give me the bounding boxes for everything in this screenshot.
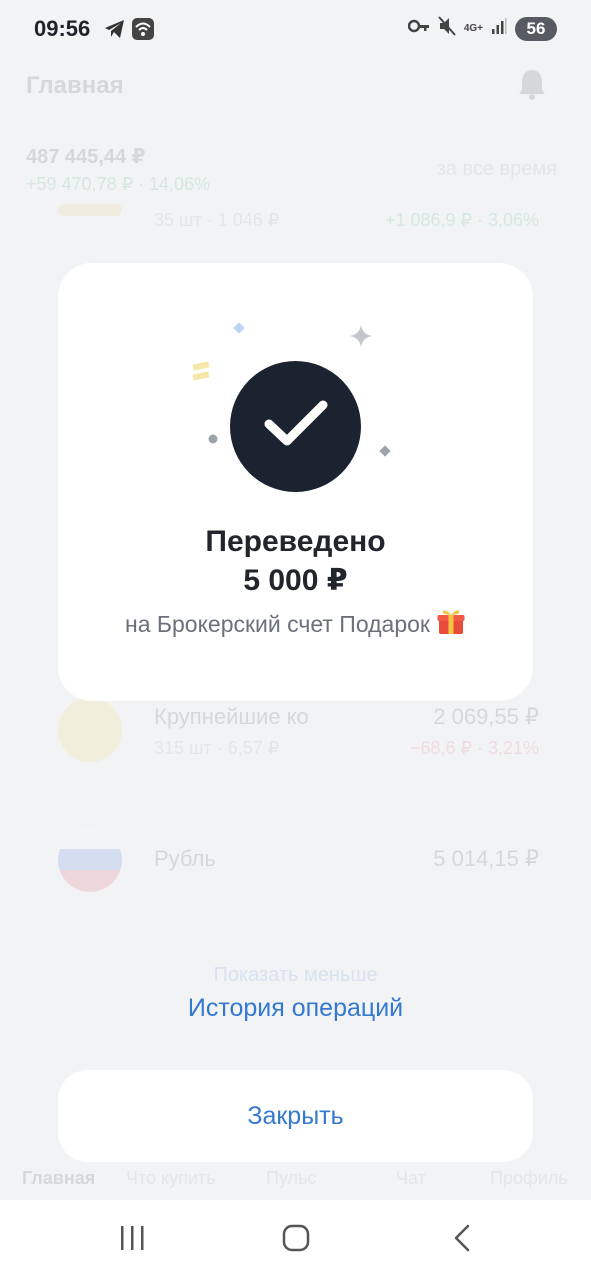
battery-indicator: 56 [515,16,557,41]
asset-avatar [58,204,122,216]
confetti-dot-icon [208,431,218,449]
bell-icon [517,68,547,100]
confetti-icon [232,321,246,340]
wifi-icon [132,18,154,45]
tab-profile: Профиль [490,1168,568,1188]
close-button-label: Закрыть [247,1101,344,1130]
portfolio-total: 487 445,44 ₽ [26,146,146,168]
dialog-subtitle: на Брокерский счет Подарок [58,606,533,642]
system-nav-bar [0,1200,591,1280]
recent-apps-button[interactable] [112,1220,152,1260]
dialog-title: Переведено [205,525,386,558]
header-title: Главная [26,72,124,99]
portfolio-gain: +59 470,78 ₽ · 14,06% [26,174,211,194]
key-icon [407,19,430,38]
confetti-icon [378,444,392,463]
asset-value: 2 069,55 ₽ [433,704,539,729]
operations-history-link[interactable]: История операций [0,994,591,1023]
transfer-success-dialog: Переведено 5 000 ₽ на Брокерский счет По… [58,263,533,701]
recent-apps-icon [118,1225,146,1256]
sparkle-icon [348,323,374,354]
list-item: Крупнейшие ко 315 шт · 6,57 ₽ 2 069,55 ₽… [0,698,591,778]
asset-change: +1 086,9 ₽ · 3,06% [384,210,539,230]
network-label: 4G+ [463,22,483,34]
mute-icon [438,16,456,41]
tab-pulse: Пульс [266,1168,317,1188]
asset-avatar [58,698,122,762]
ruble-flag-avatar [58,828,122,892]
destination-account: на Брокерский счет Подарок [125,611,430,637]
period-selector: за все время [436,158,557,180]
tab-what-to-buy: Что купить [126,1168,216,1188]
asset-value: 5 014,15 ₽ [433,846,539,871]
asset-sub: 35 шт · 1 046 ₽ [154,210,280,230]
tab-chat: Чат [396,1168,426,1188]
checkmark-icon [261,396,331,457]
home-icon [282,1224,310,1257]
confetti-icon [192,361,212,388]
signal-icon [491,17,507,40]
status-time: 09:56 [34,16,91,41]
asset-change: −68,6 ₽ · 3,21% [409,738,539,758]
status-bar: 09:56 4G+ 56 [0,0,591,58]
back-button[interactable] [442,1220,482,1260]
asset-name: Рубль [154,846,216,871]
telegram-icon [104,19,126,44]
asset-name: Крупнейшие ко [154,704,309,729]
tab-home: Главная [22,1168,96,1188]
home-button[interactable] [276,1220,316,1260]
success-circle [230,361,361,492]
transfer-amount: 5 000 ₽ [243,564,348,597]
close-button[interactable]: Закрыть [58,1070,533,1162]
show-less-link: Показать меньше [213,964,378,986]
gift-icon [436,606,466,642]
asset-sub: 315 шт · 6,57 ₽ [154,738,280,758]
back-icon [452,1224,472,1257]
list-item: Рубль 5 014,15 ₽ [0,828,591,908]
